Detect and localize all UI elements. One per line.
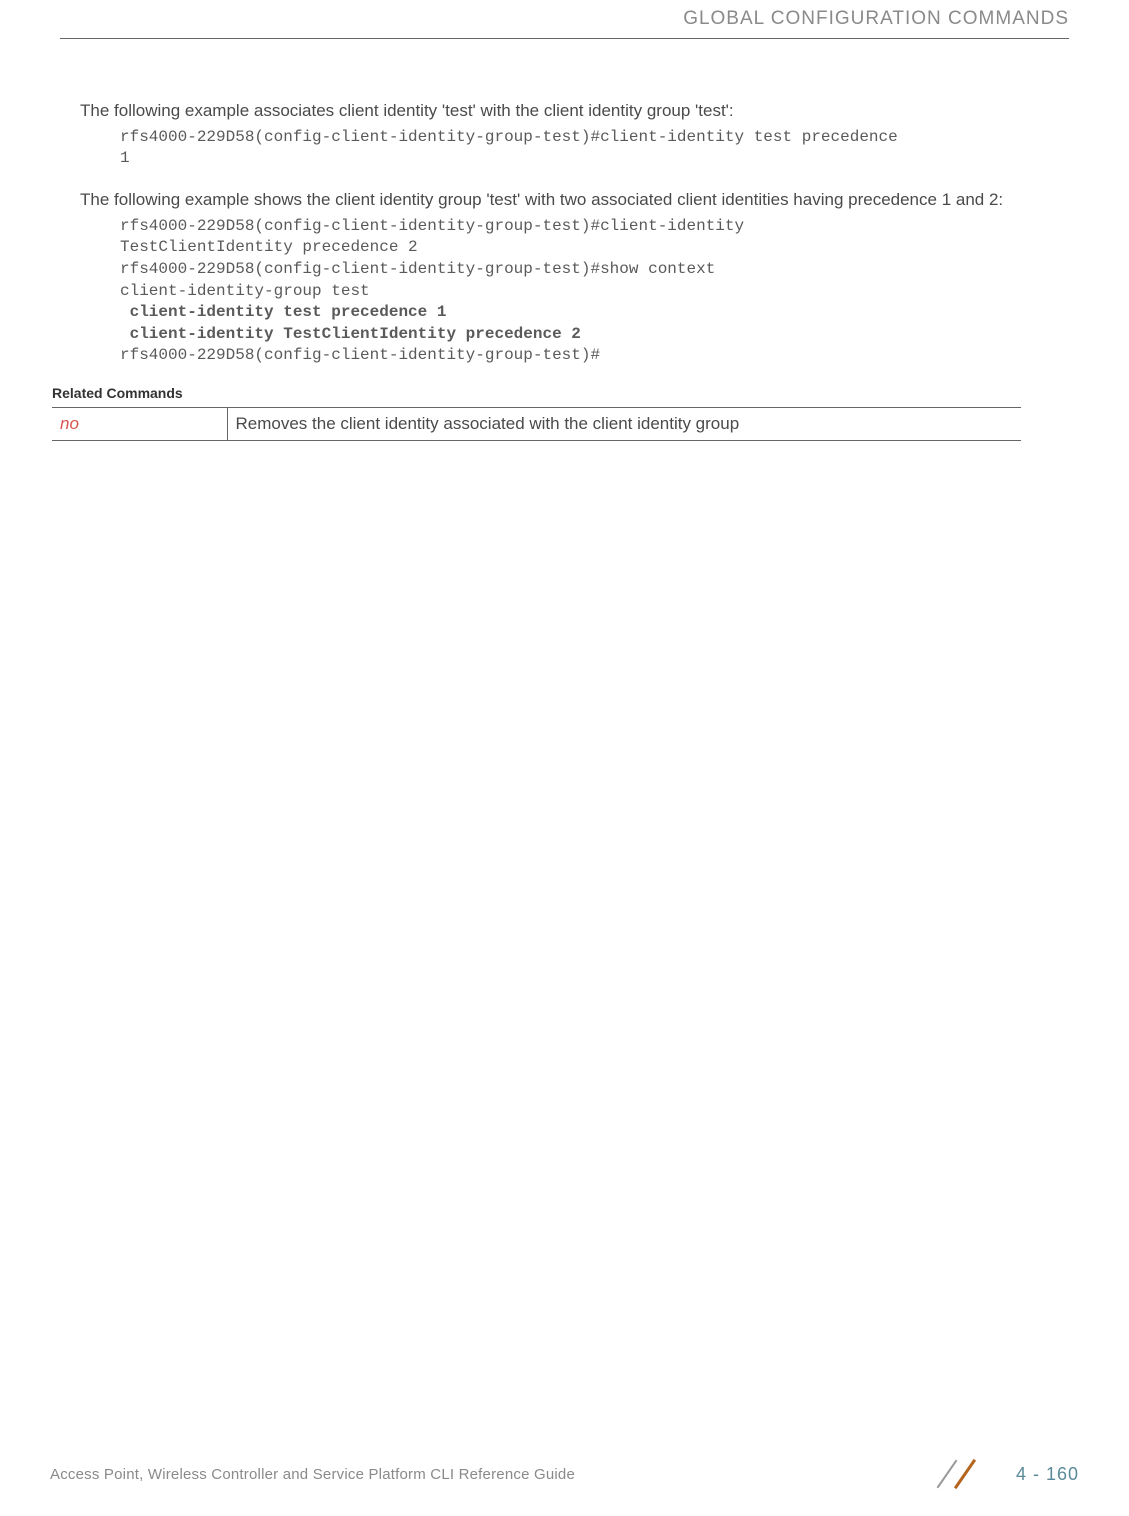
example-one-intro: The following example associates client … [80,99,1049,123]
code-line: 1 [120,149,130,167]
slash-divider-icon [926,1457,986,1491]
code-block-two: rfs4000-229D58(config-client-identity-gr… [120,216,1049,367]
example-two-intro: The following example shows the client i… [80,188,1049,212]
code-line: rfs4000-229D58(config-client-identity-gr… [120,128,898,146]
related-command-name[interactable]: no [52,407,227,440]
page-header-title: GLOBAL CONFIGURATION COMMANDS [50,0,1079,38]
code-line: rfs4000-229D58(config-client-identity-gr… [120,260,715,278]
code-line-bold: client-identity TestClientIdentity prece… [120,325,581,343]
page-footer: Access Point, Wireless Controller and Se… [50,1457,1079,1491]
page-number: 4 - 160 [1016,1464,1079,1485]
related-command-description: Removes the client identity associated w… [227,407,1021,440]
code-line-bold: client-identity test precedence 1 [120,303,446,321]
code-line: rfs4000-229D58(config-client-identity-gr… [120,217,744,235]
footer-guide-title: Access Point, Wireless Controller and Se… [50,1466,575,1483]
code-line: rfs4000-229D58(config-client-identity-gr… [120,346,600,364]
code-line: client-identity-group test [120,282,370,300]
related-commands-table: no Removes the client identity associate… [52,407,1021,441]
related-commands-heading: Related Commands [52,385,1049,401]
table-row: no Removes the client identity associate… [52,407,1021,440]
code-block-one: rfs4000-229D58(config-client-identity-gr… [120,127,1049,170]
code-line: TestClientIdentity precedence 2 [120,238,418,256]
